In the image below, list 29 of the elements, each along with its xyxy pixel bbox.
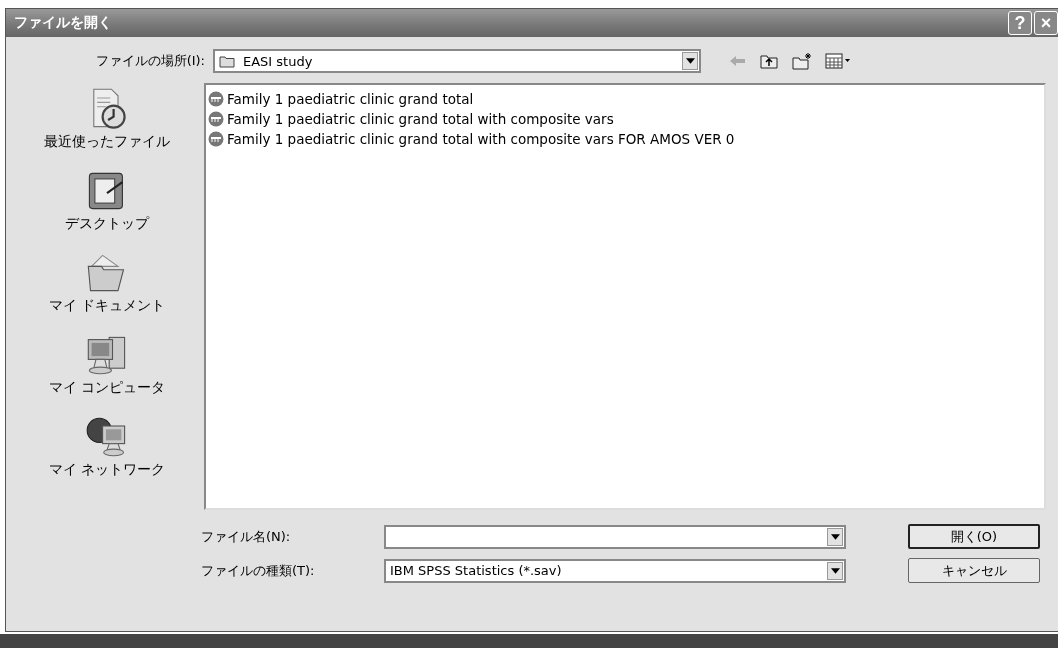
view-menu-icon[interactable] <box>825 53 851 69</box>
window-title: ファイルを開く <box>14 14 112 32</box>
help-button[interactable]: ? <box>1008 11 1032 35</box>
data-file-icon <box>208 111 224 127</box>
new-folder-icon[interactable] <box>791 52 813 70</box>
places-item[interactable]: デスクトップ <box>65 169 149 249</box>
data-file-icon <box>208 91 224 107</box>
look-in-label: ファイルの場所(I): <box>94 52 206 70</box>
close-button[interactable]: × <box>1034 11 1058 35</box>
file-name-field[interactable] <box>384 524 846 549</box>
look-in-dropdown[interactable]: EASI study <box>213 49 701 73</box>
data-file-icon <box>208 131 224 147</box>
dropdown-arrow-icon <box>685 58 695 64</box>
file-type-label: ファイルの種類(T): <box>201 561 316 580</box>
file-name-label: ファイル名(N): <box>201 527 292 546</box>
places-item[interactable]: マイ コンピュータ <box>48 333 166 413</box>
dropdown-arrow-icon <box>830 533 840 540</box>
file-item[interactable]: Family 1 paediatric clinic grand total <box>208 89 477 109</box>
dropdown-arrow-icon <box>830 567 840 574</box>
places-item[interactable]: マイ ドキュメント <box>48 251 166 331</box>
file-item[interactable]: Family 1 paediatric clinic grand total with composite vars FOR AMOS VER 0 <box>208 129 738 149</box>
folder-icon <box>219 54 235 68</box>
file-item[interactable]: Family 1 paediatric clinic grand total with composite vars <box>208 109 617 129</box>
cancel-button[interactable]: キャンセル <box>908 558 1040 583</box>
file-type-dropdown[interactable]: IBM SPSS Statistics (*.sav) <box>384 558 846 583</box>
places-item[interactable]: 最近使ったファイル <box>44 87 170 167</box>
places-item[interactable]: マイ ネットワーク <box>48 415 166 495</box>
open-button[interactable]: 開く(O) <box>908 524 1040 549</box>
folder-up-icon[interactable] <box>759 52 779 70</box>
